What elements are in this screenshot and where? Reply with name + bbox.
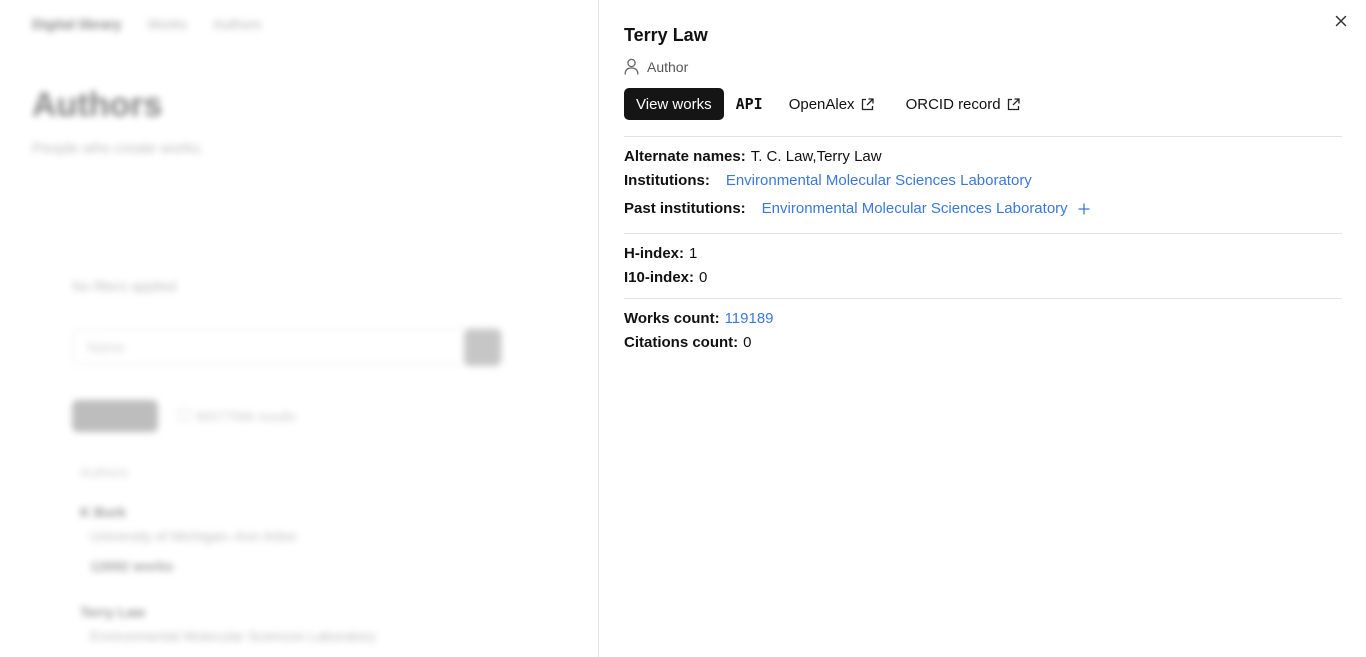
author-institution: University of Michigan–Ann Arbor xyxy=(90,528,297,544)
citations-count-row: Citations count: 0 xyxy=(624,334,752,351)
list-item: Terry Law Environmental Molecular Scienc… xyxy=(80,604,376,644)
filters-status: No filters applied xyxy=(72,278,177,294)
author-name: K Burk xyxy=(80,504,126,520)
i10-index-row: I10-index: 0 xyxy=(624,269,707,286)
institutions-row: Institutions: Environmental Molecular Sc… xyxy=(624,172,1032,189)
h-index-row: H-index: 1 xyxy=(624,245,697,262)
orcid-label: ORCID record xyxy=(905,95,1001,113)
column-header: Authors xyxy=(80,464,129,480)
citations-count-label: Citations count: xyxy=(624,334,739,351)
results-count: 90577586 results xyxy=(178,408,296,424)
close-button[interactable] xyxy=(1332,12,1350,30)
nav-link-works: Works xyxy=(147,16,187,32)
results-toolbar: 90577586 results xyxy=(72,400,296,432)
checkbox-icon xyxy=(178,408,190,421)
filter-chip xyxy=(72,400,158,432)
author-institution: Environmental Molecular Sciences Laborat… xyxy=(90,628,376,644)
external-link-icon xyxy=(1007,97,1020,110)
search-placeholder: Name xyxy=(87,339,125,355)
plus-icon xyxy=(1078,202,1090,215)
h-index-value: 1 xyxy=(689,245,698,262)
alternate-names-label: Alternate names: xyxy=(624,148,746,165)
citations-count-value: 0 xyxy=(743,334,752,351)
alternate-names-row: Alternate names: T. C. Law,Terry Law xyxy=(624,148,882,165)
close-icon xyxy=(1335,15,1347,27)
openalex-link[interactable]: OpenAlex xyxy=(789,96,874,113)
institutions-label: Institutions: xyxy=(624,172,710,189)
divider xyxy=(624,233,1342,234)
user-icon xyxy=(624,58,639,75)
action-bar: View works API OpenAlex ORCID record xyxy=(624,88,1020,120)
i10-index-label: I10-index: xyxy=(624,269,695,286)
search-button xyxy=(464,329,501,366)
author-name: Terry Law xyxy=(80,604,146,620)
page-subtitle: People who create works. xyxy=(32,140,204,157)
divider xyxy=(624,298,1342,299)
expand-past-institutions-button[interactable] xyxy=(1078,202,1090,215)
author-detail-drawer: Terry Law Author View works API OpenAlex… xyxy=(598,0,1366,657)
external-link-icon xyxy=(861,97,874,110)
author-works: 12692 works xyxy=(90,558,174,574)
page-title: Authors xyxy=(32,86,163,124)
i10-index-value: 0 xyxy=(699,269,708,286)
h-index-label: H-index: xyxy=(624,245,684,262)
view-works-button[interactable]: View works xyxy=(624,88,724,120)
past-institutions-label: Past institutions: xyxy=(624,200,746,217)
list-item: K Burk University of Michigan–Ann Arbor … xyxy=(80,504,297,574)
alternate-names-value: T. C. Law,Terry Law xyxy=(750,148,882,165)
works-count-link[interactable]: 119189 xyxy=(725,310,774,327)
institution-link[interactable]: Environmental Molecular Sciences Laborat… xyxy=(726,172,1032,189)
brand-logo: Digital library xyxy=(32,16,122,32)
past-institutions-row: Past institutions: Environmental Molecul… xyxy=(624,200,1090,217)
works-count-label: Works count: xyxy=(624,310,720,327)
divider xyxy=(624,136,1342,137)
nav-link-authors: Authors xyxy=(212,16,262,32)
role-label: Author xyxy=(647,58,689,75)
works-count-row: Works count: 119189 xyxy=(624,310,774,327)
top-nav: Digital library Works Authors xyxy=(32,16,261,32)
author-title: Terry Law xyxy=(624,25,708,45)
role-row: Author xyxy=(624,58,688,75)
openalex-label: OpenAlex xyxy=(788,95,855,113)
past-institution-link[interactable]: Environmental Molecular Sciences Laborat… xyxy=(762,200,1068,217)
search-input: Name xyxy=(72,328,502,366)
orcid-link[interactable]: ORCID record xyxy=(906,96,1020,113)
api-button[interactable]: API xyxy=(736,95,763,113)
